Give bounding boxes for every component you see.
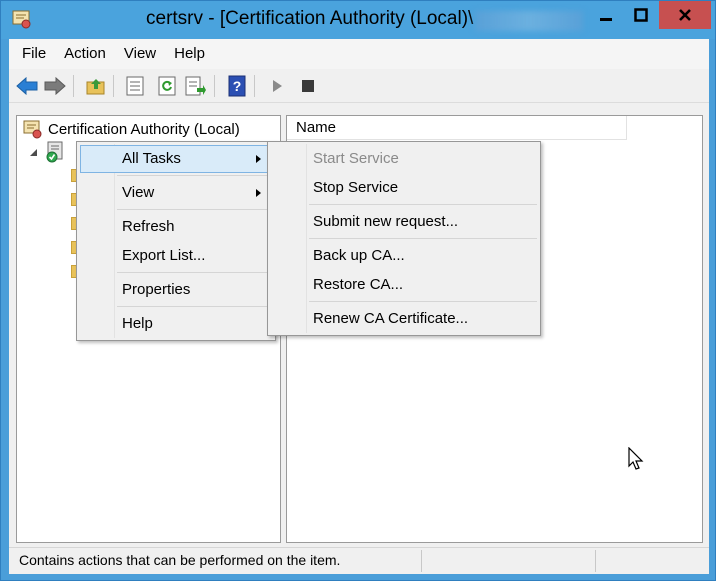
submenu-item-start-service[interactable]: Start Service (313, 146, 399, 172)
help-icon: ? (228, 75, 246, 97)
status-bar: Contains actions that can be performed o… (9, 547, 709, 574)
toolbar-separator (73, 75, 74, 97)
refresh-button[interactable] (155, 74, 179, 98)
context-menu: All Tasks View Refresh Export List... Pr… (76, 141, 276, 341)
menu-separator (117, 209, 272, 210)
stop-service-icon (302, 80, 314, 92)
menu-gutter (114, 144, 115, 338)
context-item-properties[interactable]: Properties (122, 277, 190, 303)
mmc-window: certsrv - [Certification Authority (Loca… (0, 0, 716, 581)
menu-view[interactable]: View (115, 39, 165, 69)
toolbar: ? (9, 69, 709, 103)
menu-separator (309, 204, 537, 205)
close-icon (679, 9, 691, 21)
toolbar-separator (254, 75, 255, 97)
status-divider (595, 550, 596, 572)
menu-bar: File Action View Help (9, 39, 709, 69)
minimize-button[interactable] (589, 1, 623, 29)
certsrv-app-icon (12, 10, 31, 29)
maximize-button[interactable] (624, 1, 658, 29)
help-toolbar-button[interactable]: ? (225, 74, 249, 98)
column-header-name[interactable]: Name (287, 116, 627, 140)
context-item-refresh[interactable]: Refresh (122, 214, 175, 240)
minimize-icon (600, 18, 612, 21)
show-hide-tree-icon (126, 76, 144, 96)
back-arrow-icon (16, 77, 38, 95)
status-divider (421, 550, 422, 572)
collapse-arrow-icon[interactable] (29, 148, 38, 157)
export-list-icon (185, 76, 206, 96)
context-item-view[interactable]: View (122, 180, 154, 206)
submenu-item-stop-service[interactable]: Stop Service (313, 175, 398, 201)
toolbar-separator (214, 75, 215, 97)
show-hide-tree-button[interactable] (123, 74, 147, 98)
context-item-all-tasks[interactable]: All Tasks (122, 146, 181, 172)
svg-text:?: ? (233, 78, 242, 94)
submenu-item-submit-request[interactable]: Submit new request... (313, 209, 458, 235)
back-button[interactable] (15, 74, 39, 98)
menu-gutter (306, 144, 307, 333)
menu-separator (309, 301, 537, 302)
refresh-icon (158, 76, 176, 96)
title-bar[interactable]: certsrv - [Certification Authority (Loca… (1, 1, 715, 39)
menu-separator (117, 175, 272, 176)
forward-button[interactable] (43, 74, 67, 98)
tree-root-node[interactable]: Certification Authority (Local) (23, 119, 240, 139)
submenu-item-restore-ca[interactable]: Restore CA... (313, 272, 403, 298)
certification-authority-icon (23, 120, 42, 139)
menu-help[interactable]: Help (165, 39, 214, 69)
menu-action[interactable]: Action (55, 39, 115, 69)
menu-separator (117, 306, 272, 307)
mouse-pointer-icon (628, 447, 644, 470)
submenu-arrow-icon (256, 155, 261, 163)
window-title: certsrv - [Certification Authority (Loca… (146, 8, 474, 29)
submenu-arrow-icon (256, 189, 261, 197)
context-item-help[interactable]: Help (122, 311, 153, 337)
redacted-title-text (475, 11, 583, 31)
submenu-item-renew-ca-certificate[interactable]: Renew CA Certificate... (313, 306, 468, 332)
tree-root-label: Certification Authority (Local) (48, 120, 240, 138)
export-list-button[interactable] (184, 74, 208, 98)
close-button[interactable] (659, 1, 711, 29)
up-folder-icon (86, 79, 105, 95)
forward-arrow-icon (44, 77, 66, 95)
status-text: Contains actions that can be performed o… (19, 552, 341, 568)
menu-separator (309, 238, 537, 239)
maximize-icon (634, 8, 648, 22)
start-service-icon (273, 80, 282, 92)
ca-server-running-icon (46, 141, 63, 163)
start-service-button[interactable] (265, 74, 289, 98)
toolbar-separator (113, 75, 114, 97)
stop-service-button[interactable] (296, 74, 320, 98)
all-tasks-submenu: Start Service Stop Service Submit new re… (267, 141, 541, 336)
submenu-item-backup-ca[interactable]: Back up CA... (313, 243, 405, 269)
menu-file[interactable]: File (13, 39, 55, 69)
up-one-level-button[interactable] (84, 74, 108, 98)
menu-separator (117, 272, 272, 273)
context-item-export-list[interactable]: Export List... (122, 243, 205, 269)
